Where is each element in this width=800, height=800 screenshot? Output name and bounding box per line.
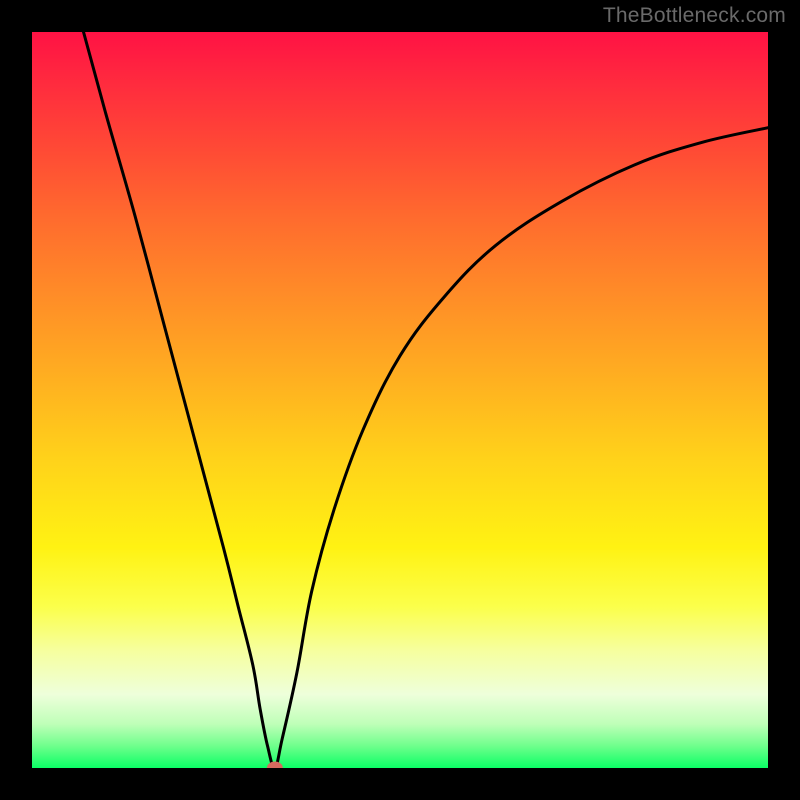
plot-area <box>32 32 768 768</box>
curve-path <box>84 32 768 768</box>
watermark-text: TheBottleneck.com <box>603 4 786 28</box>
chart-frame: TheBottleneck.com <box>0 0 800 800</box>
bottleneck-curve <box>32 32 768 768</box>
marker-dot <box>267 762 283 769</box>
